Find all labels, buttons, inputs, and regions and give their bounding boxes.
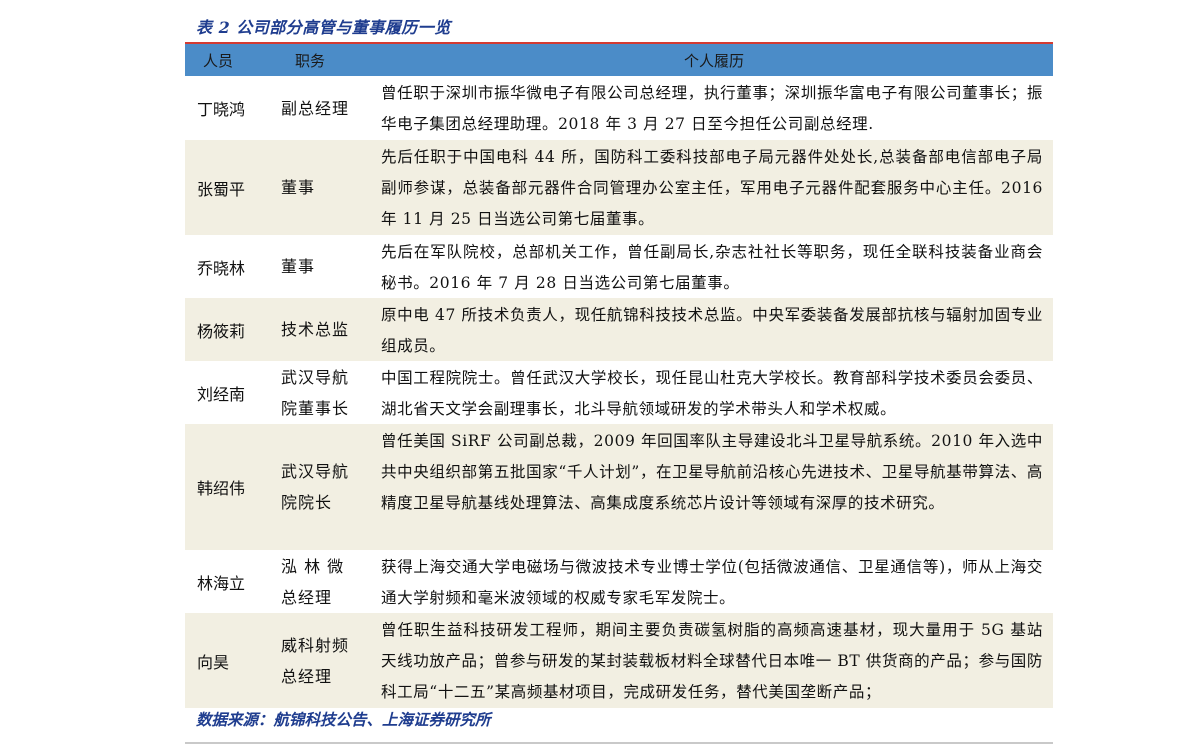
row-resume: 曾任职于深圳市振华微电子有限公司总经理，执行董事；深圳振华富电子有限公司董事长；… <box>381 84 1043 133</box>
row-name: 向昊 <box>197 652 230 672</box>
row-resume: 先后任职于中国电科 44 所，国防科工委科技部电子局元器件处处长,总装备部电信部… <box>381 148 1043 228</box>
row-resume: 中国工程院院士。曾任武汉大学校长，现任昆山杜克大学校长。教育部科学技术委员会委员… <box>381 369 1043 418</box>
executive-resume-table: 人员 职务 个人履历 丁晓鸿 副总经理 曾任职于深圳市振华微电子有限公司总经理，… <box>185 42 1053 708</box>
row-resume: 先后在军队院校，总部机关工作，曾任副局长,杂志社社长等职务，现任全联科技装备业商… <box>381 243 1043 292</box>
row-resume: 原中电 47 所技术负责人，现任航锦科技技术总监。中央军委装备发展部抗核与辐射加… <box>381 306 1043 355</box>
header-name: 人员 <box>202 51 233 70</box>
row-name: 韩绍伟 <box>197 479 246 498</box>
bottom-divider <box>185 742 1053 744</box>
table-header: 人员 职务 个人履历 <box>185 42 1053 76</box>
table-row: 刘经南 武汉导航院董事长 中国工程院院士。曾任武汉大学校长，现任昆山杜克大学校长… <box>185 361 1053 424</box>
row-position: 副总经理 <box>281 98 350 118</box>
row-position: 武汉导航院董事长 <box>281 367 350 418</box>
table-row: 林海立 泓 林 微总经理 获得上海交通大学电磁场与微波技术专业博士学位(包括微波… <box>185 550 1053 613</box>
row-name: 乔晓林 <box>197 258 246 278</box>
table-row: 乔晓林 董事 先后在军队院校，总部机关工作，曾任副局长,杂志社社长等职务，现任全… <box>185 235 1053 298</box>
row-position: 武汉导航院院长 <box>281 462 350 512</box>
row-name: 杨筱莉 <box>197 321 246 341</box>
table-title: 表 2 公司部分高管与董事履历一览 <box>196 18 451 37</box>
header-resume: 个人履历 <box>683 51 744 70</box>
row-name: 林海立 <box>197 573 246 593</box>
row-position: 董事 <box>281 178 316 197</box>
data-source-note: 数据来源：航锦科技公告、上海证券研究所 <box>196 710 491 729</box>
header-position: 职务 <box>294 51 325 70</box>
table-row: 杨筱莉 技术总监 原中电 47 所技术负责人，现任航锦科技技术总监。中央军委装备… <box>185 298 1053 361</box>
table-row: 韩绍伟 武汉导航院院长 曾任美国 SiRF 公司副总裁，2009 年回国率队主导… <box>185 424 1053 550</box>
row-resume: 获得上海交通大学电磁场与微波技术专业博士学位(包括微波通信、卫星通信等)，师从上… <box>381 558 1043 607</box>
table-row: 向昊 威科射频总经理 曾任职生益科技研发工程师，期间主要负责碳氢树脂的高频高速基… <box>185 613 1053 708</box>
row-resume: 曾任职生益科技研发工程师，期间主要负责碳氢树脂的高频高速基材，现大量用于 5G … <box>381 621 1043 701</box>
table-row: 丁晓鸿 副总经理 曾任职于深圳市振华微电子有限公司总经理，执行董事；深圳振华富电… <box>185 76 1053 140</box>
row-resume: 曾任美国 SiRF 公司副总裁，2009 年回国率队主导建设北斗卫星导航系统。2… <box>381 432 1043 512</box>
row-position: 威科射频总经理 <box>281 635 350 686</box>
row-name: 张蜀平 <box>197 179 246 199</box>
row-name: 丁晓鸿 <box>197 100 246 119</box>
row-position: 技术总监 <box>281 320 350 339</box>
row-position: 泓 林 微总经理 <box>281 556 345 607</box>
row-position: 董事 <box>281 257 316 276</box>
row-name: 刘经南 <box>197 384 246 404</box>
table-row: 张蜀平 董事 先后任职于中国电科 44 所，国防科工委科技部电子局元器件处处长,… <box>185 140 1053 235</box>
